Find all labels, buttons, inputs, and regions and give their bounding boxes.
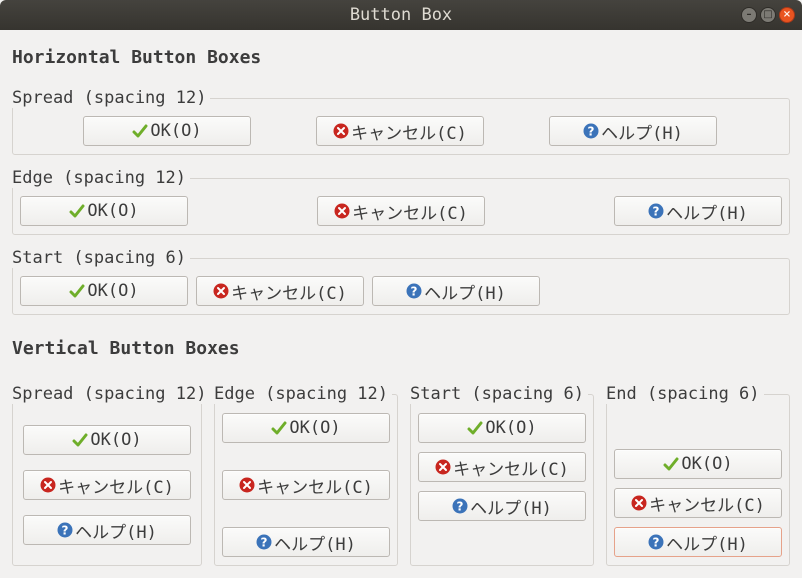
frame-label-vertical-edge: Edge (spacing 12) xyxy=(214,384,392,404)
cancel-button-label: キャンセル(C) xyxy=(351,123,467,144)
ok-button-label: OK(O) xyxy=(90,430,142,450)
help-icon: ? xyxy=(406,283,422,299)
cancel-button-label: キャンセル(C) xyxy=(58,477,174,498)
svg-text:?: ? xyxy=(261,536,268,550)
ok-button-label: OK(O) xyxy=(485,418,537,438)
ok-button[interactable]: OK(O) xyxy=(418,413,586,443)
help-button[interactable]: ? ヘルプ(H) xyxy=(372,276,540,306)
maximize-button[interactable]: □ xyxy=(760,7,776,23)
ok-button[interactable]: OK(O) xyxy=(222,413,390,443)
check-icon xyxy=(132,123,148,139)
cancel-button[interactable]: キャンセル(C) xyxy=(614,488,782,518)
help-button[interactable]: ? ヘルプ(H) xyxy=(549,116,717,146)
ok-button-label: OK(O) xyxy=(87,281,139,301)
ok-button[interactable]: OK(O) xyxy=(83,116,251,146)
cancel-button-label: キャンセル(C) xyxy=(649,495,765,516)
cancel-button-label: キャンセル(C) xyxy=(453,459,569,480)
svg-text:?: ? xyxy=(457,500,464,514)
cancel-button[interactable]: キャンセル(C) xyxy=(196,276,364,306)
check-icon xyxy=(69,283,85,299)
ok-button-label: OK(O) xyxy=(681,454,733,474)
help-button-label: ヘルプ(H) xyxy=(666,534,748,555)
frame-label-vertical-end: End (spacing 6) xyxy=(606,384,764,404)
cancel-icon xyxy=(40,477,56,493)
svg-text:?: ? xyxy=(653,536,660,550)
cancel-button-label: キャンセル(C) xyxy=(257,477,373,498)
frame-label-horizontal-edge: Edge (spacing 12) xyxy=(12,168,190,188)
cancel-icon xyxy=(213,283,229,299)
svg-text:?: ? xyxy=(588,125,595,139)
help-icon: ? xyxy=(452,498,468,514)
window-titlebar[interactable]: Button Box – □ × xyxy=(0,0,802,30)
window-title: Button Box xyxy=(349,5,453,25)
horizontal-heading: Horizontal Button Boxes xyxy=(12,47,262,68)
help-button-label: ヘルプ(H) xyxy=(470,498,552,519)
svg-text:?: ? xyxy=(653,205,660,219)
help-button-label: ヘルプ(H) xyxy=(274,534,356,555)
cancel-icon xyxy=(334,203,350,219)
svg-text:?: ? xyxy=(411,285,418,299)
help-icon: ? xyxy=(256,534,272,550)
cancel-button[interactable]: キャンセル(C) xyxy=(23,470,191,500)
ok-button-label: OK(O) xyxy=(87,201,139,221)
close-button[interactable]: × xyxy=(779,7,795,23)
cancel-button[interactable]: キャンセル(C) xyxy=(317,196,485,226)
check-icon xyxy=(467,420,483,436)
help-icon: ? xyxy=(648,534,664,550)
cancel-icon xyxy=(239,477,255,493)
cancel-icon xyxy=(435,459,451,475)
cancel-button[interactable]: キャンセル(C) xyxy=(316,116,484,146)
cancel-button[interactable]: キャンセル(C) xyxy=(418,452,586,482)
help-button[interactable]: ? ヘルプ(H) xyxy=(222,527,390,557)
ok-button[interactable]: OK(O) xyxy=(614,449,782,479)
check-icon xyxy=(72,432,88,448)
help-icon: ? xyxy=(57,522,73,538)
cancel-button-label: キャンセル(C) xyxy=(352,203,468,224)
help-button[interactable]: ? ヘルプ(H) xyxy=(614,196,782,226)
ok-button-label: OK(O) xyxy=(150,121,202,141)
help-icon: ? xyxy=(648,203,664,219)
help-button[interactable]: ? ヘルプ(H) xyxy=(23,515,191,545)
frame-label-vertical-start: Start (spacing 6) xyxy=(410,384,588,404)
cancel-icon xyxy=(333,123,349,139)
help-icon: ? xyxy=(583,123,599,139)
check-icon xyxy=(271,420,287,436)
help-button[interactable]: ? ヘルプ(H) xyxy=(614,527,782,557)
cancel-button-label: キャンセル(C) xyxy=(231,283,347,304)
help-button-label: ヘルプ(H) xyxy=(75,522,157,543)
frame-label-vertical-spread: Spread (spacing 12) xyxy=(12,384,211,404)
help-button-label: ヘルプ(H) xyxy=(424,283,506,304)
ok-button[interactable]: OK(O) xyxy=(20,276,188,306)
check-icon xyxy=(663,456,679,472)
help-button[interactable]: ? ヘルプ(H) xyxy=(418,491,586,521)
ok-button[interactable]: OK(O) xyxy=(20,196,188,226)
ok-button-label: OK(O) xyxy=(289,418,341,438)
check-icon xyxy=(69,203,85,219)
cancel-button[interactable]: キャンセル(C) xyxy=(222,470,390,500)
vertical-heading: Vertical Button Boxes xyxy=(12,338,240,359)
svg-text:?: ? xyxy=(62,524,69,538)
minimize-button[interactable]: – xyxy=(741,7,757,23)
cancel-icon xyxy=(631,495,647,511)
help-button-label: ヘルプ(H) xyxy=(666,203,748,224)
frame-label-horizontal-start: Start (spacing 6) xyxy=(12,248,190,268)
frame-label-horizontal-spread: Spread (spacing 12) xyxy=(12,88,211,108)
ok-button[interactable]: OK(O) xyxy=(23,425,191,455)
help-button-label: ヘルプ(H) xyxy=(601,123,683,144)
